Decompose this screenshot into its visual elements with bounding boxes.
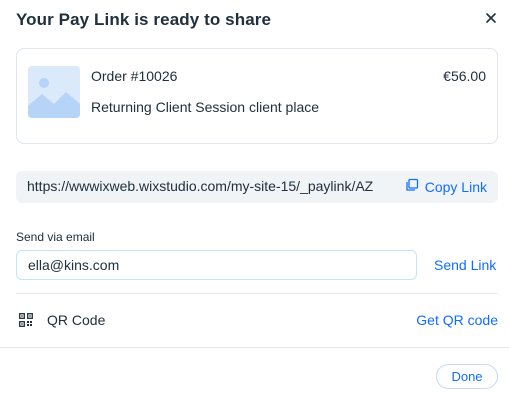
get-qr-code-button[interactable]: Get QR code bbox=[416, 312, 498, 328]
pay-link-dialog: Your Pay Link is ready to share Order #1… bbox=[0, 0, 509, 400]
qr-code-icon bbox=[19, 313, 33, 327]
paylink-field: https://wwwixweb.wixstudio.com/my-site-1… bbox=[16, 171, 498, 203]
close-icon[interactable] bbox=[483, 10, 499, 26]
order-id: Order #10026 bbox=[91, 68, 178, 84]
qr-code-label: QR Code bbox=[47, 312, 106, 328]
copy-icon bbox=[405, 178, 419, 195]
image-placeholder-icon bbox=[28, 66, 80, 118]
send-link-button[interactable]: Send Link bbox=[434, 257, 496, 273]
copy-link-label: Copy Link bbox=[424, 178, 487, 195]
copy-link-button[interactable]: Copy Link bbox=[405, 178, 487, 195]
divider bbox=[16, 293, 498, 294]
email-label: Send via email bbox=[16, 230, 95, 244]
order-card: Order #10026 €56.00 Returning Client Ses… bbox=[16, 48, 498, 144]
paylink-url[interactable]: https://wwwixweb.wixstudio.com/my-site-1… bbox=[27, 178, 397, 194]
dialog-title: Your Pay Link is ready to share bbox=[16, 10, 272, 29]
order-description: Returning Client Session client place bbox=[91, 99, 320, 115]
footer-divider bbox=[0, 347, 509, 348]
done-button[interactable]: Done bbox=[436, 364, 498, 389]
email-field[interactable] bbox=[16, 250, 417, 280]
order-price: €56.00 bbox=[443, 68, 486, 84]
